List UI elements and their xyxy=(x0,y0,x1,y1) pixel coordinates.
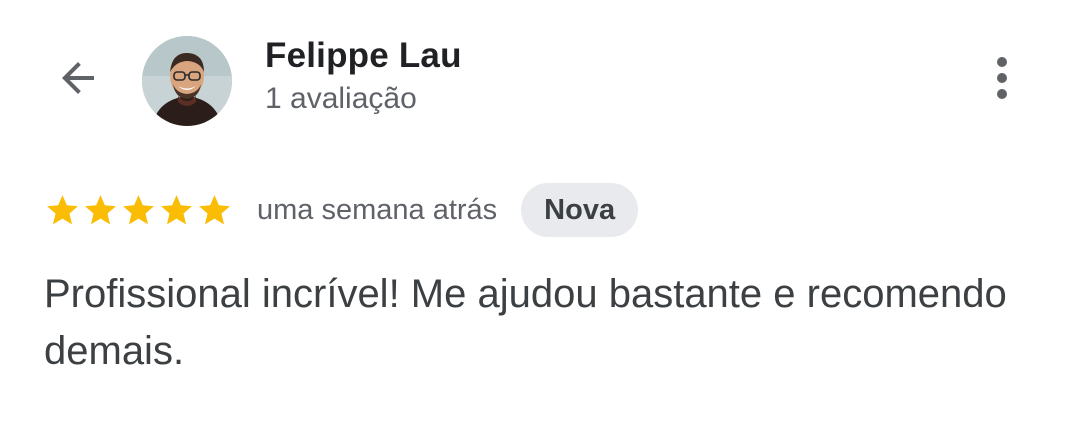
star-icon xyxy=(85,194,116,224)
review-meta: uma semana atrás Nova xyxy=(44,182,639,238)
review-count: 1 avaliação xyxy=(265,82,417,115)
star-rating xyxy=(44,192,233,229)
star-icon xyxy=(161,194,192,224)
back-button[interactable] xyxy=(44,46,112,114)
more-options-button[interactable] xyxy=(972,50,1032,110)
new-badge: Nova xyxy=(521,183,639,237)
avatar[interactable] xyxy=(142,36,232,126)
star-icon xyxy=(199,194,230,224)
star-icon xyxy=(123,194,154,224)
arrow-left-icon xyxy=(54,54,102,107)
review-time: uma semana atrás xyxy=(257,193,498,226)
reviewer-name[interactable]: Felippe Lau xyxy=(265,36,462,76)
review-text: Profissional incrível! Me ajudou bastant… xyxy=(44,272,1007,373)
star-icon xyxy=(47,194,78,224)
more-vert-icon xyxy=(995,54,1009,107)
